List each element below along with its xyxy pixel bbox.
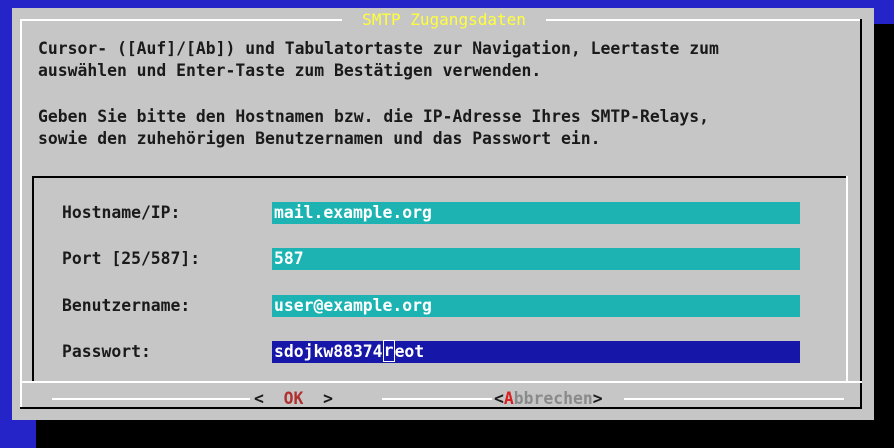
hostname-input[interactable]: mail.example.org xyxy=(272,202,800,224)
button-line-right xyxy=(624,398,844,400)
instruction-line-2: auswählen und Enter-Taste zum Bestätigen… xyxy=(38,61,542,80)
password-input[interactable]: sdojkw88374reot xyxy=(272,340,800,363)
ok-button-left-bracket: < xyxy=(254,389,264,408)
password-text-after: eot xyxy=(394,342,425,361)
text-cursor: r xyxy=(382,340,395,362)
username-input[interactable]: user@example.org xyxy=(272,295,800,317)
password-text-before: sdojkw88374 xyxy=(274,342,383,361)
frame-left xyxy=(20,19,22,409)
form-frame-right xyxy=(846,176,848,382)
cancel-button[interactable]: <Abbrechen> xyxy=(494,388,603,410)
instruction-line-1: Cursor- ([Auf]/[Ab]) und Tabulatortaste … xyxy=(38,39,719,58)
smtp-dialog: SMTP Zugangsdaten Cursor- ([Auf]/[Ab]) u… xyxy=(12,8,874,420)
button-separator xyxy=(20,381,862,383)
button-line-middle xyxy=(382,398,492,400)
frame-top-left xyxy=(20,19,342,21)
form-frame-left xyxy=(32,176,34,382)
dialog-title: SMTP Zugangsdaten xyxy=(342,9,546,31)
port-input[interactable]: 587 xyxy=(272,248,800,270)
username-label: Benutzername: xyxy=(62,296,191,315)
ok-button-label: OK xyxy=(283,389,304,408)
ok-button[interactable]: < OK > xyxy=(254,388,333,410)
password-text-cursor-char: r xyxy=(383,341,394,360)
cancel-hotkey: A xyxy=(503,389,514,408)
cancel-button-left-bracket: < xyxy=(494,389,504,408)
hostname-label: Hostname/IP: xyxy=(62,203,181,222)
ok-button-right-bracket: > xyxy=(323,389,333,408)
frame-top-right xyxy=(546,19,862,21)
frame-right xyxy=(860,19,862,409)
cancel-button-right-bracket: > xyxy=(592,389,603,408)
prompt-line-1: Geben Sie bitte den Hostnamen bzw. die I… xyxy=(38,107,710,126)
cancel-button-label: bbrechen xyxy=(513,389,593,408)
port-label: Port [25/587]: xyxy=(62,249,201,268)
prompt-line-2: sowie den zuhehörigen Benutzernamen und … xyxy=(38,129,601,148)
password-label: Passwort: xyxy=(62,342,151,361)
frame-bottom xyxy=(20,407,862,409)
form-frame-top xyxy=(32,176,848,178)
button-line-left xyxy=(52,398,250,400)
